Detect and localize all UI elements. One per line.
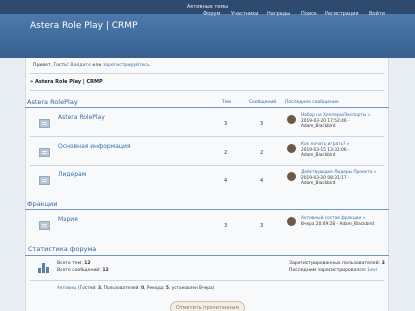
forum-topics: 2 xyxy=(224,150,228,156)
avatar xyxy=(287,217,296,226)
online-text: , установлен Вчера) xyxy=(168,286,215,291)
last-post-author[interactable]: Adam_Blackbird xyxy=(301,181,376,187)
forum-posts: 3 xyxy=(260,121,264,127)
forum-link[interactable]: Основная информация xyxy=(58,143,131,150)
total-posts-label: Всего сообщений: xyxy=(57,268,101,273)
nav-forum[interactable]: Форум xyxy=(203,11,220,17)
nav-register[interactable]: Регистрация xyxy=(325,11,359,17)
last-post-author[interactable]: Adam_Blackbird xyxy=(301,153,350,159)
forum-link[interactable]: Лидерам xyxy=(58,171,86,178)
active-topics-link[interactable]: Активные темы xyxy=(187,4,228,10)
category-underline xyxy=(25,107,389,108)
col-posts: Сообщений xyxy=(249,100,277,105)
mark-read-button[interactable]: Отметить прочитанным xyxy=(170,301,245,311)
last-post-title[interactable]: Действующие Лидеры Проекта » xyxy=(301,170,376,176)
site-title[interactable]: Astera Role Play | CRMP xyxy=(30,21,138,31)
category-underline xyxy=(25,209,389,210)
registered-value: 3 xyxy=(381,261,385,266)
forum-topics: 3 xyxy=(224,121,228,127)
nav-search[interactable]: Поиск xyxy=(301,11,317,17)
last-post-title[interactable]: Набор на Хелперы/Экспорты » xyxy=(301,113,370,119)
divider xyxy=(30,136,384,137)
forum-posts: 4 xyxy=(260,178,264,184)
divider xyxy=(30,165,384,166)
newest-user: Последним зарегистрировался: Levi xyxy=(289,268,377,273)
last-post: Действующие Лидеры Проекта » 2019-03-20 … xyxy=(301,170,376,187)
online-users: Активны (Гостей: 3, Пользователей: 0, Ре… xyxy=(57,286,214,291)
stats-underline xyxy=(25,255,389,256)
avatar xyxy=(287,144,296,153)
nav-members[interactable]: Участники xyxy=(231,11,259,17)
forum-icon xyxy=(39,148,50,157)
forum-icon xyxy=(39,119,50,128)
avatar xyxy=(287,172,296,181)
total-topics-label: Всего тем: xyxy=(57,261,83,266)
last-post: Как начать играть? » 2019-03-15 13:32:06… xyxy=(301,142,350,159)
online-text: (Гостей: xyxy=(77,286,97,291)
last-post-author[interactable]: Adam_Blackbird xyxy=(339,222,374,227)
greeting: Привет, Гость! Войдите или зарегистрируй… xyxy=(33,63,151,68)
forum-icon xyxy=(39,176,50,185)
register-link[interactable]: зарегистрируйтесь. xyxy=(103,63,151,68)
divider xyxy=(30,73,384,74)
newest-user-link[interactable]: Levi xyxy=(368,268,377,273)
breadcrumb[interactable]: » Astera Role Play | CRMP xyxy=(30,79,103,85)
online-text: , Рекорд: xyxy=(144,286,165,291)
total-topics: Всего тем: 12 xyxy=(57,261,91,266)
total-posts-value: 12 xyxy=(102,268,109,273)
divider xyxy=(30,280,384,281)
col-topics: Тем xyxy=(222,100,231,105)
forum-icon xyxy=(39,221,50,230)
stats-title: Статистика форума xyxy=(28,245,97,253)
last-post-date: Вчера 20:49:28 - xyxy=(301,221,339,227)
online-link[interactable]: Активны xyxy=(57,286,77,291)
forum-topics: 4 xyxy=(224,178,228,184)
col-last-post: Последнее сообщение xyxy=(285,100,339,105)
login-link[interactable]: Войдите xyxy=(70,63,91,68)
registered-users: Зарегистрированных пользователей: 3 xyxy=(289,261,385,266)
last-post-author[interactable]: Adam_Blackbird xyxy=(301,124,370,130)
nav-awards[interactable]: Награды xyxy=(267,11,290,17)
registered-label: Зарегистрированных пользователей: xyxy=(289,261,381,266)
divider xyxy=(30,90,384,91)
greeting-or: или xyxy=(92,63,102,68)
category-title[interactable]: Фракции xyxy=(27,200,58,208)
forum-posts: 3 xyxy=(260,223,264,229)
newest-label: Последним зарегистрировался: xyxy=(289,268,367,273)
avatar xyxy=(287,115,296,124)
last-post-title[interactable]: Как начать играть? » xyxy=(301,142,350,148)
total-topics-value: 12 xyxy=(84,261,91,266)
online-text: , Пользователей: xyxy=(101,286,140,291)
category-title[interactable]: Astera RolePlay xyxy=(27,98,78,106)
total-posts: Всего сообщений: 12 xyxy=(57,268,109,273)
last-post: Активный состав фракции » Вчера 20:49:28… xyxy=(301,216,374,227)
nav-login[interactable]: Войти xyxy=(369,11,385,17)
last-post: Набор на Хелперы/Экспорты » 2019-03-20 1… xyxy=(301,113,370,130)
forum-topics: 3 xyxy=(224,223,228,229)
forum-link[interactable]: Astera RolePlay xyxy=(58,114,105,121)
forum-link[interactable]: Мэрия xyxy=(58,216,78,223)
greeting-text: Привет, Гость! xyxy=(33,63,69,68)
forum-posts: 2 xyxy=(260,150,264,156)
stats-icon xyxy=(38,263,50,273)
